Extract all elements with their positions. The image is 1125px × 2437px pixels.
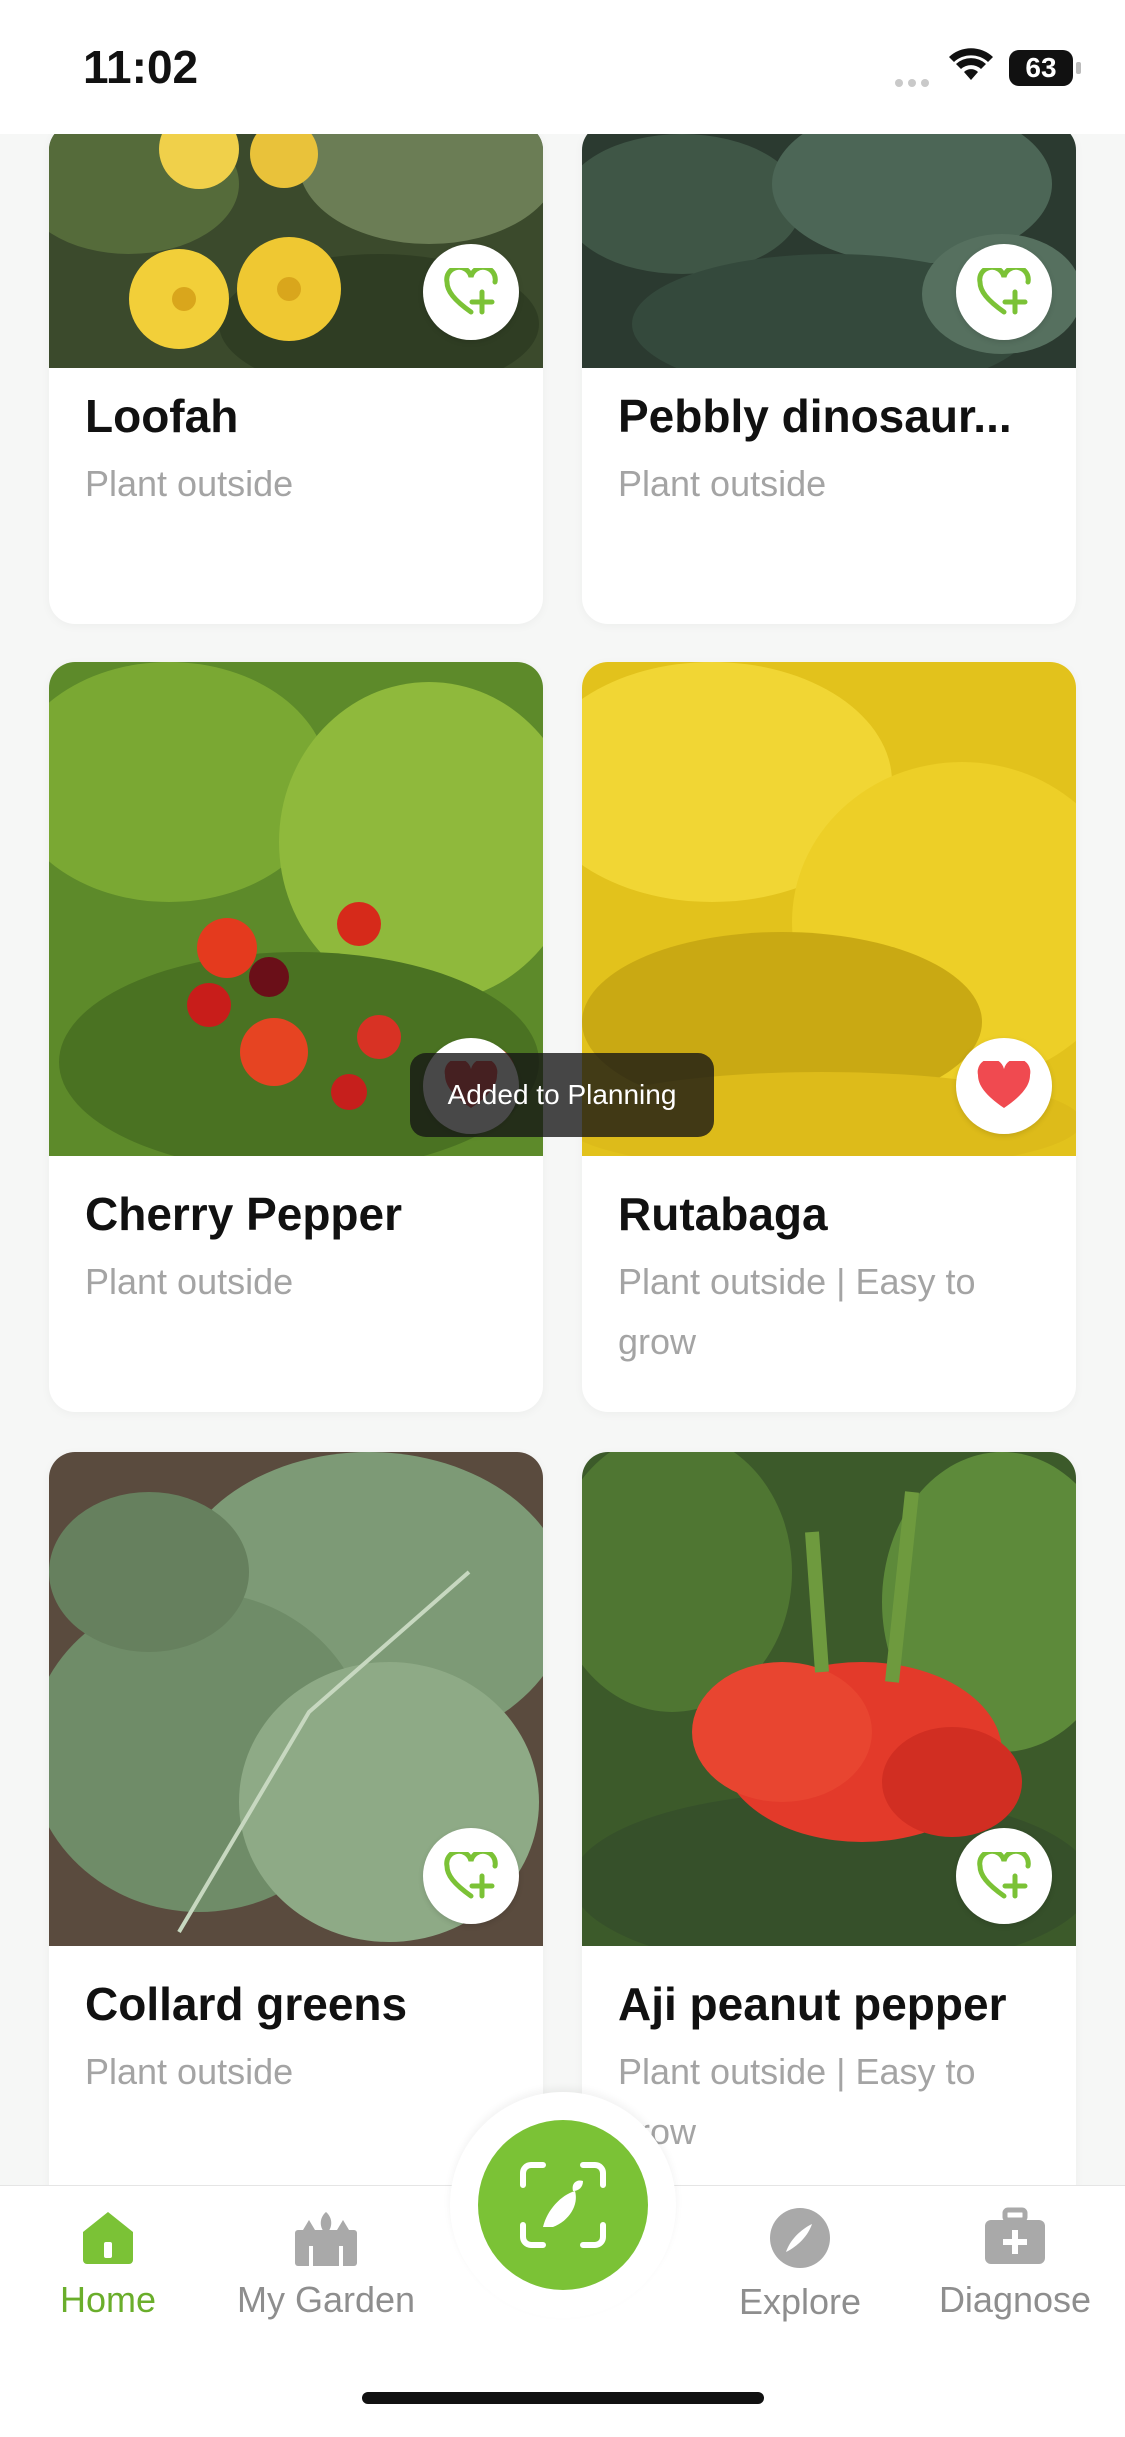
tab-home[interactable]: Home <box>40 2206 176 2321</box>
tab-my-garden[interactable]: My Garden <box>224 2206 428 2321</box>
tab-label: Home <box>59 2279 157 2320</box>
home-indicator <box>362 2392 764 2404</box>
tab-label: Diagnose <box>938 2279 1092 2320</box>
status-time: 11:02 <box>83 41 199 93</box>
plant-title: Pebbly dinosaur... <box>618 390 1012 442</box>
plant-subtitle: Plant outside | Easy to grow <box>618 1261 976 1362</box>
scan-plant-button[interactable] <box>478 2120 648 2290</box>
plant-subtitle: Plant outside <box>85 463 294 504</box>
favorite-button[interactable] <box>956 1038 1052 1134</box>
plant-title: Aji peanut pepper <box>618 1978 1007 2030</box>
heart-plus-icon <box>444 1852 498 1899</box>
add-to-planning-button[interactable] <box>956 1828 1052 1924</box>
compass-icon <box>770 2208 830 2268</box>
garden-icon <box>295 2212 357 2266</box>
plant-grid: Loofah Plant outside Pebbly dinosaur... … <box>0 124 1125 2212</box>
plant-card-loofah[interactable]: Loofah Plant outside <box>49 124 543 624</box>
plant-subtitle: Plant outside <box>618 463 827 504</box>
scan-plant-icon <box>520 2162 606 2248</box>
status-bar: 11:02 63 <box>0 0 1125 134</box>
plant-subtitle: Plant outside <box>85 1261 294 1302</box>
plant-title: Cherry Pepper <box>85 1188 403 1240</box>
plant-card-cherry-pepper[interactable]: Cherry Pepper Plant outside <box>49 662 543 1412</box>
add-to-planning-button[interactable] <box>423 1828 519 1924</box>
plant-title: Rutabaga <box>618 1188 828 1240</box>
tab-diagnose[interactable]: Diagnose <box>930 2206 1100 2321</box>
wifi-icon <box>949 48 993 80</box>
plant-subtitle: Plant outside <box>85 2051 294 2092</box>
heart-plus-icon <box>444 268 498 315</box>
plant-card-collard-greens[interactable]: Collard greens Plant outside <box>49 1452 543 2212</box>
tab-explore[interactable]: Explore <box>720 2206 880 2323</box>
plant-title: Collard greens <box>85 1978 408 2030</box>
tab-label: Explore <box>738 2281 862 2322</box>
heart-plus-icon <box>977 1852 1031 1899</box>
home-icon <box>83 2212 133 2264</box>
heart-plus-icon <box>977 268 1031 315</box>
first-aid-icon <box>985 2207 1045 2264</box>
plant-card-pebbly-dinosaur[interactable]: Pebbly dinosaur... Plant outside <box>582 124 1076 624</box>
add-to-planning-button[interactable] <box>956 244 1052 340</box>
add-to-planning-button[interactable] <box>423 244 519 340</box>
toast-message: Added to Planning <box>410 1053 714 1137</box>
cellular-signal-icon <box>895 74 935 87</box>
plant-card-rutabaga[interactable]: Rutabaga Plant outside | Easy to grow <box>582 662 1076 1412</box>
plant-card-aji-peanut-pepper[interactable]: Aji peanut pepper Plant outside | Easy t… <box>582 1452 1076 2212</box>
tab-label: My Garden <box>236 2279 416 2320</box>
plant-subtitle: Plant outside | Easy to grow <box>618 2051 976 2152</box>
heart-filled-icon <box>977 1061 1031 1108</box>
battery-indicator: 63 <box>1009 50 1081 86</box>
plant-title: Loofah <box>85 390 239 442</box>
